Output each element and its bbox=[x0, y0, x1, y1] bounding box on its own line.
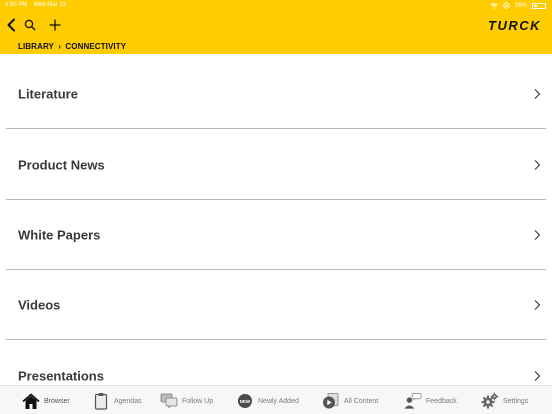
tab-all-content[interactable]: All Content bbox=[322, 390, 378, 412]
orientation-lock-icon bbox=[503, 2, 510, 9]
battery-icon bbox=[532, 2, 546, 9]
list-item-product-news[interactable]: Product News bbox=[0, 129, 552, 200]
tab-bar: Browser Agendas Follow Up NEW Newly Adde… bbox=[0, 385, 552, 414]
svg-text:TURCK: TURCK bbox=[488, 19, 541, 31]
status-date: Wed Mar 13 bbox=[33, 2, 66, 8]
tab-label: Agendas bbox=[114, 397, 142, 405]
app: 6:50 PM Wed Mar 13 25% TURCK LIBRARY › C… bbox=[0, 0, 552, 414]
chevron-right-icon bbox=[534, 370, 541, 381]
svg-text:NEW: NEW bbox=[240, 399, 251, 404]
back-button[interactable] bbox=[2, 16, 20, 34]
tab-feedback[interactable]: Feedback bbox=[404, 390, 457, 412]
new-badge-icon: NEW bbox=[236, 392, 254, 410]
tab-label: Newly Added bbox=[258, 397, 299, 405]
tab-agendas[interactable]: Agendas bbox=[92, 390, 142, 412]
tab-label: Feedback bbox=[426, 397, 457, 405]
tab-newly-added[interactable]: NEW Newly Added bbox=[236, 390, 299, 412]
header: 6:50 PM Wed Mar 13 25% TURCK LIBRARY › C… bbox=[0, 0, 552, 54]
battery-percent: 25% bbox=[514, 2, 527, 9]
clipboard-icon bbox=[92, 392, 110, 410]
list-item-label: White Papers bbox=[18, 227, 101, 242]
breadcrumb-separator: › bbox=[58, 42, 62, 51]
chat-bubbles-icon bbox=[160, 392, 178, 410]
search-button[interactable] bbox=[21, 16, 39, 34]
add-button[interactable] bbox=[46, 16, 64, 34]
tab-label: All Content bbox=[344, 397, 379, 405]
chevron-left-icon bbox=[7, 18, 15, 32]
tab-label: Settings bbox=[503, 397, 529, 405]
wifi-icon bbox=[490, 2, 498, 9]
breadcrumb-current: CONNECTIVITY bbox=[65, 42, 127, 51]
content-list: Literature Product News White Papers Vid… bbox=[0, 54, 552, 385]
list-item-label: Presentations bbox=[18, 368, 104, 383]
list-item-label: Literature bbox=[18, 86, 78, 101]
tab-settings[interactable]: Settings bbox=[481, 390, 528, 412]
home-icon bbox=[22, 392, 40, 410]
chevron-right-icon bbox=[534, 88, 541, 99]
tab-browser[interactable]: Browser bbox=[22, 390, 70, 412]
chevron-right-icon bbox=[534, 159, 541, 170]
tab-follow-up[interactable]: Follow Up bbox=[160, 390, 213, 412]
list-item-presentations[interactable]: Presentations bbox=[0, 340, 552, 385]
list-item-videos[interactable]: Videos bbox=[0, 269, 552, 340]
tab-label: Browser bbox=[44, 397, 70, 405]
search-icon bbox=[24, 19, 36, 31]
breadcrumb: LIBRARY › CONNECTIVITY bbox=[18, 42, 126, 51]
list-item-label: Videos bbox=[18, 297, 61, 312]
chevron-right-icon bbox=[534, 299, 541, 310]
list-item-label: Product News bbox=[18, 157, 105, 172]
status-time: 6:50 PM bbox=[5, 2, 28, 8]
gears-icon bbox=[481, 392, 499, 410]
plus-icon bbox=[49, 19, 61, 31]
list-item-literature[interactable]: Literature bbox=[0, 58, 552, 129]
play-content-icon bbox=[322, 392, 340, 410]
toolbar: TURCK bbox=[0, 14, 552, 36]
status-bar: 6:50 PM Wed Mar 13 25% bbox=[0, 0, 552, 11]
chevron-right-icon bbox=[534, 229, 541, 240]
tab-label: Follow Up bbox=[182, 397, 214, 405]
brand-logo: TURCK bbox=[488, 19, 541, 31]
breadcrumb-root[interactable]: LIBRARY bbox=[18, 42, 54, 51]
person-speech-icon bbox=[404, 392, 422, 410]
list-item-white-papers[interactable]: White Papers bbox=[0, 199, 552, 270]
